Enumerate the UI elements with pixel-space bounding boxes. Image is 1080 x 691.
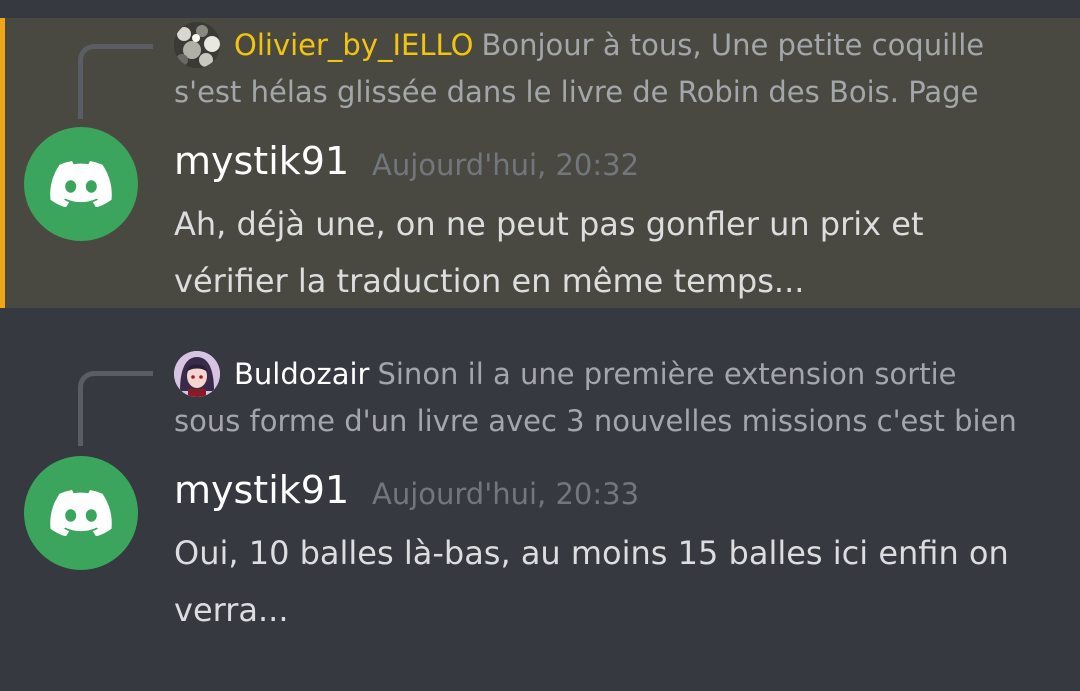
message-author[interactable]: mystik91 [174, 467, 349, 513]
discord-icon [50, 161, 112, 207]
rocky-texture-avatar-icon [174, 22, 220, 68]
anime-character-avatar-icon [174, 351, 220, 397]
message-text-line: Ah, déjà une, on ne peut pas gonfler un … [174, 205, 924, 243]
reply-connector [78, 371, 153, 446]
message-content: Oui, 10 balles là-bas, au moins 15 balle… [174, 525, 1064, 639]
reply-preview-continued: sous forme d'un livre avec 3 nouvelles m… [174, 398, 1017, 444]
message-content: Ah, déjà une, on ne peut pas gonfler un … [174, 196, 1064, 310]
reply-connector [78, 44, 153, 119]
reply-text-line: Sinon il a une première extension sortie [377, 357, 957, 391]
reply-text-line: s'est hélas glissée dans le livre de Rob… [174, 75, 979, 109]
message-timestamp: Aujourd'hui, 20:33 [372, 477, 640, 511]
message-timestamp: Aujourd'hui, 20:32 [372, 148, 640, 182]
reply-text-line: Bonjour à tous, Une petite coquille [481, 28, 985, 62]
reply-author[interactable]: Buldozair [234, 357, 369, 391]
user-avatar[interactable] [24, 456, 138, 570]
chat-messages: Olivier_by_IELLO Bonjour à tous, Une peti… [0, 0, 1080, 691]
message-item[interactable]: Buldozair Sinon il a une première extensi… [0, 345, 1080, 645]
reply-author[interactable]: Olivier_by_IELLO [234, 28, 473, 62]
reply-text-line: sous forme d'un livre avec 3 nouvelles m… [174, 404, 1017, 438]
message-text-line: verra... [174, 591, 289, 629]
discord-icon [50, 490, 112, 536]
reply-preview[interactable]: Olivier_by_IELLO Bonjour à tous, Une peti… [234, 22, 984, 68]
message-item[interactable]: Olivier_by_IELLO Bonjour à tous, Une peti… [0, 18, 1080, 308]
message-text-line: Oui, 10 balles là-bas, au moins 15 balle… [174, 534, 1009, 572]
user-avatar[interactable] [24, 127, 138, 241]
reply-preview[interactable]: Buldozair Sinon il a une première extensi… [234, 351, 956, 397]
reply-avatar[interactable] [174, 22, 220, 68]
reply-preview-continued: s'est hélas glissée dans le livre de Rob… [174, 69, 978, 115]
reply-avatar[interactable] [174, 351, 220, 397]
message-text-line: vérifier la traduction en même temps... [174, 262, 805, 300]
message-author[interactable]: mystik91 [174, 138, 349, 184]
